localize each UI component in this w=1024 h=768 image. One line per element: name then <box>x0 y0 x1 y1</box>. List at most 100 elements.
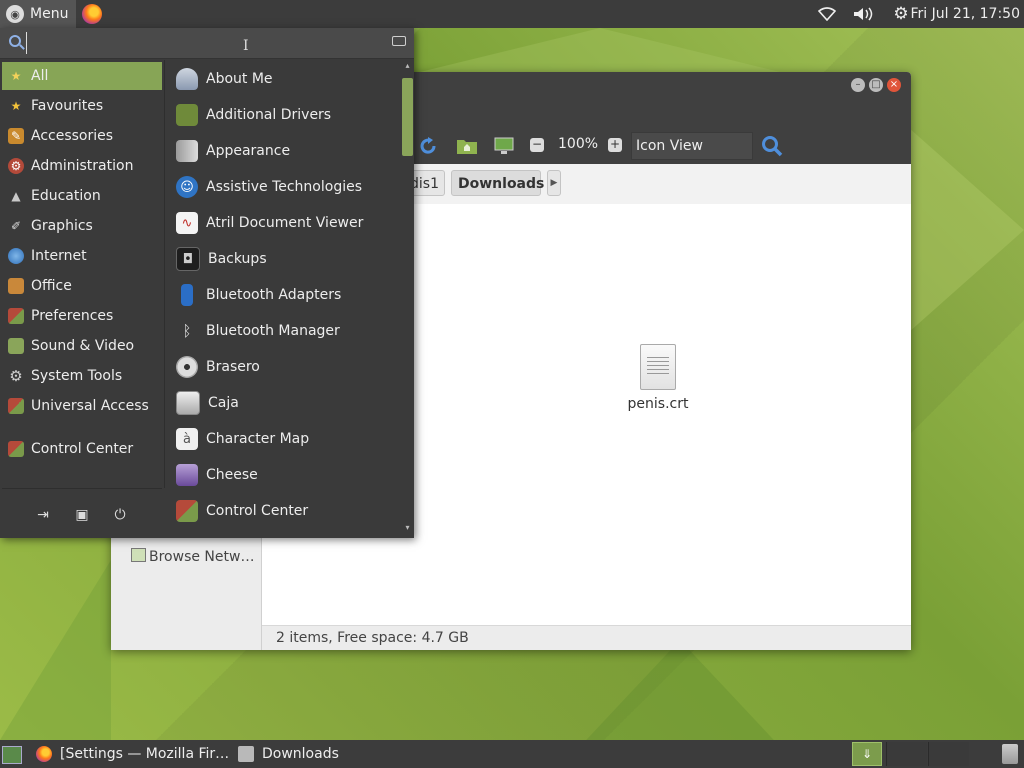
minimize-button[interactable]: – <box>851 78 865 92</box>
education-icon: ▲ <box>11 189 21 203</box>
app-character-map[interactable]: à Character Map <box>168 422 400 456</box>
preferences-icon <box>8 308 24 324</box>
app-additional-drivers[interactable]: Additional Drivers <box>168 98 400 132</box>
volume-icon[interactable] <box>848 0 878 28</box>
app-bluetooth-manager[interactable]: ᛒ Bluetooth Manager <box>168 314 400 348</box>
category-universal-access[interactable]: Universal Access <box>2 392 162 420</box>
disc-icon <box>176 356 198 378</box>
accessories-icon: ✎ <box>8 128 24 144</box>
app-brasero[interactable]: Brasero <box>168 350 400 384</box>
menu-categories: ★ All ★ Favourites ✎ Accessories ⚙ Admin… <box>0 60 165 488</box>
menu-search-row: I <box>0 28 414 59</box>
folder-icon <box>238 746 254 762</box>
bottom-panel: [Settings — Mozilla Fir… Downloads ⇓ <box>0 740 1024 768</box>
logout-icon[interactable]: ⇥ <box>34 506 52 524</box>
trash-icon[interactable] <box>1002 744 1018 764</box>
category-internet[interactable]: Internet <box>2 242 162 270</box>
breadcrumb-next-arrow-icon[interactable]: ▶ <box>547 170 561 196</box>
category-control-center[interactable]: Control Center <box>2 435 162 463</box>
character-map-icon: à <box>176 428 198 450</box>
workspace-3[interactable] <box>928 742 969 766</box>
category-label: Office <box>31 278 72 294</box>
sidebar-item-browse-network[interactable]: Browse Netw… <box>131 548 254 565</box>
category-label: Graphics <box>31 218 93 234</box>
category-all[interactable]: ★ All <box>2 62 162 90</box>
app-bluetooth-adapters[interactable]: Bluetooth Adapters <box>168 278 400 312</box>
power-icon[interactable]: ⏻ <box>111 506 129 524</box>
category-graphics[interactable]: ✐ Graphics <box>2 212 162 240</box>
category-administration[interactable]: ⚙ Administration <box>2 152 162 180</box>
zoom-in-button[interactable]: + <box>608 138 622 152</box>
wallpaper-shape <box>0 560 111 740</box>
category-label: All <box>31 68 49 84</box>
category-label: Education <box>31 188 101 204</box>
firefox-icon <box>36 746 52 762</box>
scroll-up-icon[interactable]: ▴ <box>403 62 412 70</box>
category-accessories[interactable]: ✎ Accessories <box>2 122 162 150</box>
bluetooth-adapter-icon <box>181 284 193 306</box>
maximize-button[interactable]: □ <box>869 78 883 92</box>
category-favourites[interactable]: ★ Favourites <box>2 92 162 120</box>
star-icon: ★ <box>10 99 22 113</box>
app-assistive-technologies[interactable]: ☺ Assistive Technologies <box>168 170 400 204</box>
view-mode-select[interactable]: Icon View <box>631 132 753 160</box>
app-backups[interactable]: ◘ Backups <box>168 242 400 276</box>
sound-video-icon <box>8 338 24 354</box>
category-label: Universal Access <box>31 398 149 414</box>
wallpaper-shape <box>420 28 780 72</box>
wifi-icon[interactable] <box>812 0 842 28</box>
zoom-level: 100% <box>558 136 599 152</box>
category-office[interactable]: Office <box>2 272 162 300</box>
app-label: Assistive Technologies <box>206 179 363 195</box>
scroll-thumb[interactable] <box>402 78 413 156</box>
app-cheese[interactable]: Cheese <box>168 458 400 492</box>
task-firefox-settings[interactable]: [Settings — Mozilla Fir… <box>36 740 229 768</box>
close-button[interactable]: × <box>887 78 901 92</box>
category-divider <box>2 488 162 489</box>
app-appearance[interactable]: Appearance <box>168 134 400 168</box>
computer-icon[interactable] <box>493 135 515 157</box>
wallpaper-shape <box>900 120 1024 340</box>
office-icon <box>8 278 24 294</box>
task-label: [Settings — Mozilla Fir… <box>60 746 230 762</box>
app-about-me[interactable]: About Me <box>168 62 400 96</box>
file-item[interactable]: penis.crt <box>622 344 694 412</box>
category-label: System Tools <box>31 368 123 384</box>
app-label: Cheese <box>206 467 258 483</box>
show-desktop-icon[interactable] <box>2 746 22 764</box>
drivers-icon <box>176 104 198 126</box>
category-system-tools[interactable]: ⚙ System Tools <box>2 362 162 390</box>
firefox-launcher-icon[interactable] <box>82 4 103 24</box>
category-preferences[interactable]: Preferences <box>2 302 162 330</box>
menu-button[interactable]: ◉ Menu <box>0 0 77 28</box>
lock-screen-icon[interactable]: ▣ <box>73 506 91 524</box>
workspace-2[interactable] <box>886 742 927 766</box>
breadcrumb-downloads[interactable]: Downloads <box>451 170 544 196</box>
category-sound-video[interactable]: Sound & Video <box>2 332 162 360</box>
search-icon[interactable] <box>761 135 783 157</box>
app-control-center[interactable]: Control Center <box>168 494 400 528</box>
app-atril-document-viewer[interactable]: ∿ Atril Document Viewer <box>168 206 400 240</box>
clear-search-icon[interactable] <box>392 36 406 46</box>
menu-search-input[interactable] <box>26 32 391 54</box>
appearance-icon <box>176 140 198 162</box>
app-label: Backups <box>208 251 267 267</box>
task-downloads[interactable]: Downloads <box>238 740 339 768</box>
workspace-1[interactable]: ⇓ <box>852 742 882 766</box>
app-label: Appearance <box>206 143 291 159</box>
app-caja[interactable]: Caja <box>168 386 400 420</box>
home-folder-icon[interactable] <box>456 135 478 157</box>
category-label: Control Center <box>31 441 134 457</box>
control-center-icon <box>176 500 198 522</box>
zoom-out-button[interactable]: − <box>530 138 544 152</box>
category-label: Favourites <box>31 98 104 114</box>
category-education[interactable]: ▲ Education <box>2 182 162 210</box>
person-icon <box>176 68 198 90</box>
menu-scrollbar[interactable]: ▴ ▾ <box>401 60 414 536</box>
scroll-down-icon[interactable]: ▾ <box>403 524 412 532</box>
app-label: Character Map <box>206 431 310 447</box>
webcam-icon <box>176 464 198 486</box>
clock[interactable]: Fri Jul 21, 17:50 <box>910 0 1020 28</box>
category-label: Accessories <box>31 128 114 144</box>
reload-icon[interactable] <box>417 135 439 157</box>
